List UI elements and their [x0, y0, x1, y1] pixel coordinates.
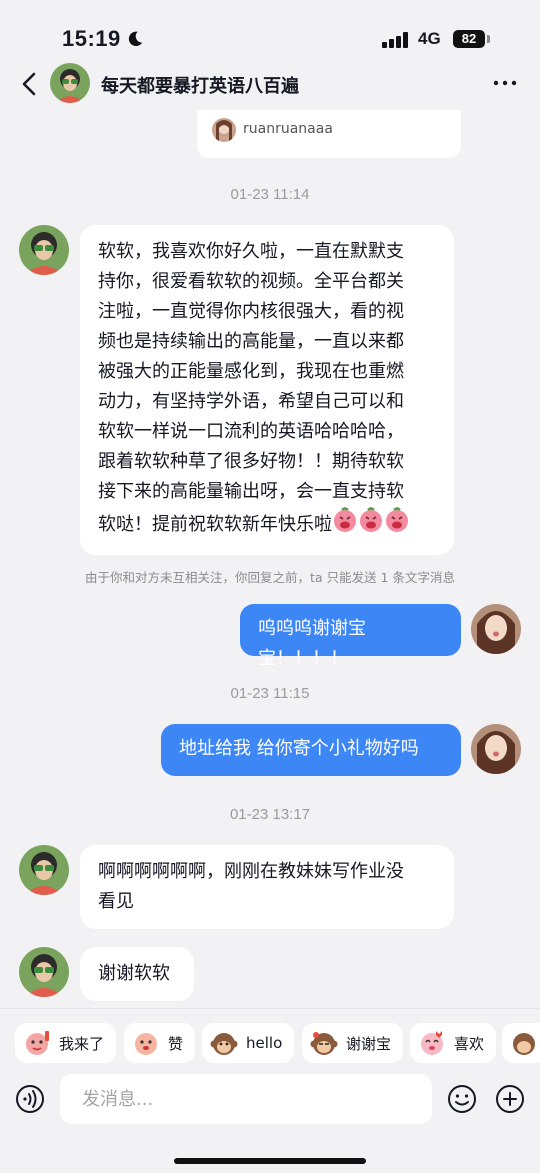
quick-reply-chip[interactable]: 我来了 — [15, 1023, 117, 1063]
quick-reply-chip[interactable]: hello — [202, 1023, 295, 1063]
quick-reply-label: 谢谢宝 — [346, 1034, 392, 1053]
sticker-icon — [26, 1031, 49, 1055]
incoming-message[interactable]: 软软，我喜欢你好久啦，一直在默默支 持你，很爱看软软的视频。全平台都关 注啦，一… — [80, 225, 454, 555]
emoji-icon[interactable] — [447, 1084, 477, 1114]
message-list[interactable]: ruanruanaaa 01-23 11:14 软软，我喜欢你好久啦，一直在默默… — [0, 110, 540, 1008]
chat-header: 每天都要暴打英语八百遍 — [0, 60, 540, 110]
quick-reply-label: 我来了 — [59, 1034, 105, 1053]
sticker-icon — [421, 1031, 443, 1055]
voice-icon[interactable] — [15, 1084, 45, 1114]
timestamp: 01-23 13:17 — [229, 806, 311, 823]
message-line: 动力，有坚持学外语，希望自己可以和 — [98, 391, 404, 412]
contact-avatar[interactable] — [50, 63, 90, 103]
contact-avatar[interactable] — [19, 845, 69, 895]
contact-avatar[interactable] — [19, 225, 69, 275]
message-line: 软哒！提前祝软软新年快乐啦 — [98, 507, 436, 543]
monkey-sticker-icon — [513, 1033, 535, 1055]
my-avatar[interactable] — [471, 604, 521, 654]
message-input[interactable] — [60, 1074, 432, 1124]
message-line: 被强大的正能量感化到，我现在也重燃 — [98, 361, 404, 382]
message-line: 频也是持续输出的高能量，一直以来都 — [98, 331, 404, 352]
message-line: 注啦，一直觉得你内核很强大，看的视 — [98, 301, 404, 322]
more-options-icon[interactable] — [490, 70, 520, 96]
monkey-sticker-icon — [310, 1032, 338, 1055]
timestamp: 01-23 11:14 — [230, 186, 310, 203]
shared-username: ruanruanaaa — [243, 121, 333, 137]
status-bar: 15:19 4G 82 — [0, 0, 540, 60]
quick-reply-label: 喜欢 — [454, 1034, 485, 1053]
battery-tip — [487, 35, 490, 43]
message-line: 软软一样说一口流利的英语哈哈哈哈， — [98, 421, 404, 442]
message-line: 看见 — [98, 891, 134, 912]
input-bar — [0, 1070, 540, 1173]
quick-reply-label: 赞 — [168, 1034, 184, 1053]
monkey-sticker-icon — [210, 1033, 238, 1055]
quick-reply-chip[interactable]: 喜欢 — [410, 1023, 497, 1063]
chat-title: 每天都要暴打英语八百遍 — [101, 76, 299, 97]
message-line-text: 软哒！提前祝软软新年快乐啦 — [98, 514, 332, 535]
message-line: 持你，很爱看软软的视频。全平台都关 — [98, 271, 404, 292]
quick-reply-label: hello — [246, 1034, 283, 1052]
shared-avatar — [212, 118, 236, 142]
network-type: 4G — [418, 29, 441, 48]
message-line: 接下来的高能量输出呀，会一直支持软 — [98, 481, 404, 502]
timestamp: 01-23 11:15 — [230, 685, 310, 702]
incoming-message[interactable]: 啊啊啊啊啊啊，刚刚在教妹妹写作业没 看见 — [80, 845, 454, 929]
message-line: 软软，我喜欢你好久啦，一直在默默支 — [98, 241, 404, 262]
back-arrow-icon[interactable] — [14, 68, 44, 100]
message-line: 跟着软软种草了很多好物！！期待软软 — [98, 451, 404, 472]
quick-reply-chip[interactable]: 赞 — [124, 1023, 196, 1063]
shared-profile-card[interactable]: ruanruanaaa — [197, 110, 461, 158]
moon-icon — [128, 31, 143, 47]
message-line: 啊啊啊啊啊啊，刚刚在教妹妹写作业没 — [98, 861, 404, 882]
sticker-icon — [135, 1033, 157, 1055]
outgoing-message[interactable]: 呜呜呜谢谢宝宝！！！！ — [240, 604, 461, 669]
outgoing-message[interactable]: 地址给我 给你寄个小礼物好吗 — [161, 724, 461, 776]
contact-avatar[interactable] — [19, 947, 69, 997]
emoji-stickers — [332, 507, 410, 543]
plus-icon[interactable] — [495, 1084, 525, 1114]
my-avatar[interactable] — [471, 724, 521, 774]
battery-icon: 82 — [453, 30, 485, 48]
incoming-message[interactable]: 谢谢软软 — [80, 947, 194, 1001]
signal-icon — [382, 32, 410, 48]
status-time: 15:19 — [62, 26, 121, 51]
quick-reply-chip-partial[interactable] — [502, 1023, 540, 1063]
follow-notice: 由于你和对方未互相关注，你回复之前，ta 只能发送 1 条文字消息 — [85, 570, 455, 585]
quick-reply-chip[interactable]: 谢谢宝 — [302, 1023, 404, 1063]
quick-reply-bar: 我来了 赞 hello 谢谢宝 喜欢 — [0, 1008, 540, 1070]
home-indicator — [174, 1158, 366, 1164]
